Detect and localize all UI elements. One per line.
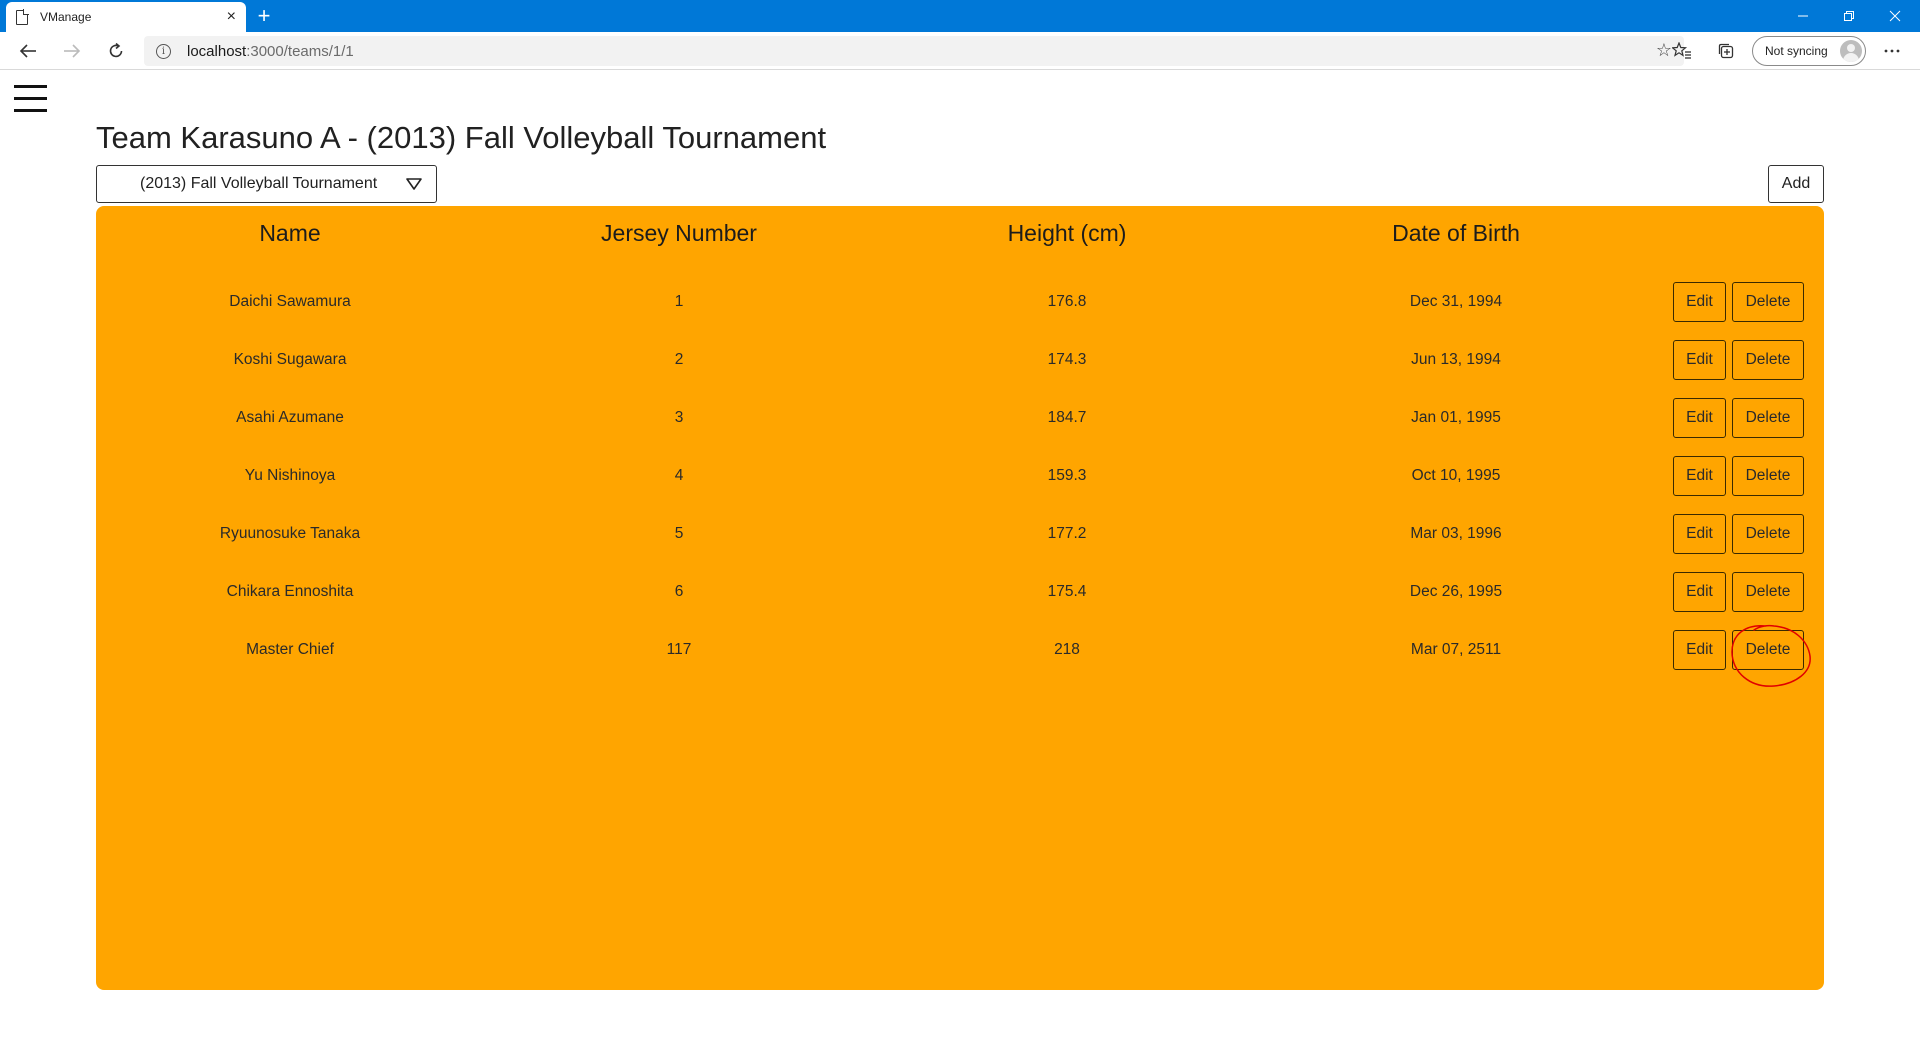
favorites-icon[interactable] xyxy=(1668,38,1696,64)
add-player-button[interactable]: Add xyxy=(1768,165,1824,203)
edit-button[interactable]: Edit xyxy=(1673,340,1726,380)
sync-label: Not syncing xyxy=(1765,44,1828,58)
tournament-select-value: (2013) Fall Volleyball Tournament xyxy=(140,175,378,192)
player-height: 176.8 xyxy=(1047,293,1087,310)
player-dob: Jan 01, 1995 xyxy=(1411,409,1501,426)
chevron-down-icon xyxy=(406,178,422,190)
table-row: Daichi Sawamura 1 176.8 Dec 31, 1994 Edi… xyxy=(96,282,1824,324)
player-jersey: 6 xyxy=(674,583,684,600)
more-icon[interactable] xyxy=(1878,38,1906,64)
table-row: Ryuunosuke Tanaka 5 177.2 Mar 03, 1996 E… xyxy=(96,514,1824,556)
browser-titlebar: VManage × + xyxy=(0,0,1920,32)
player-height: 174.3 xyxy=(1047,351,1087,368)
table-row: Asahi Azumane 3 184.7 Jan 01, 1995 Edit … xyxy=(96,398,1824,440)
window-close-icon[interactable] xyxy=(1872,0,1918,32)
browser-toolbar: i localhost:3000/teams/1/1 ☆ Not syncing xyxy=(0,32,1920,70)
player-name: Master Chief xyxy=(246,641,334,658)
player-jersey: 1 xyxy=(674,293,684,310)
table-row: Yu Nishinoya 4 159.3 Oct 10, 1995 Edit D… xyxy=(96,456,1824,498)
edit-button[interactable]: Edit xyxy=(1673,514,1726,554)
delete-button[interactable]: Delete xyxy=(1732,630,1804,670)
player-name: Koshi Sugawara xyxy=(233,351,347,368)
player-name: Asahi Azumane xyxy=(236,409,344,426)
player-dob: Oct 10, 1995 xyxy=(1411,467,1501,484)
url-path: :3000/teams/1/1 xyxy=(246,42,354,60)
table-row: Chikara Ennoshita 6 175.4 Dec 26, 1995 E… xyxy=(96,572,1824,614)
menu-icon[interactable] xyxy=(14,85,47,113)
edit-button[interactable]: Edit xyxy=(1673,398,1726,438)
player-height: 218 xyxy=(1054,641,1080,658)
restore-icon[interactable] xyxy=(1826,0,1872,32)
delete-button[interactable]: Delete xyxy=(1732,340,1804,380)
player-jersey: 117 xyxy=(666,641,692,658)
new-tab-button[interactable]: + xyxy=(252,4,276,28)
roster-table: Name Jersey Number Height (cm) Date of B… xyxy=(96,206,1824,990)
column-header-height: Height (cm) xyxy=(1007,220,1127,246)
player-jersey: 3 xyxy=(674,409,684,426)
table-row: Koshi Sugawara 2 174.3 Jun 13, 1994 Edit… xyxy=(96,340,1824,382)
player-height: 159.3 xyxy=(1047,467,1087,484)
player-jersey: 5 xyxy=(674,525,684,542)
player-height: 175.4 xyxy=(1047,583,1087,600)
player-jersey: 2 xyxy=(674,351,684,368)
column-header-dob: Date of Birth xyxy=(1392,220,1520,246)
delete-button[interactable]: Delete xyxy=(1732,572,1804,612)
player-dob: Jun 13, 1994 xyxy=(1411,351,1501,368)
minimize-icon[interactable] xyxy=(1780,0,1826,32)
back-arrow-icon[interactable] xyxy=(12,37,44,65)
player-dob: Dec 26, 1995 xyxy=(1409,583,1503,600)
browser-tab[interactable]: VManage × xyxy=(6,2,246,32)
page-title: Team Karasuno A - (2013) Fall Volleyball… xyxy=(96,120,827,155)
address-bar[interactable]: i localhost:3000/teams/1/1 ☆ xyxy=(144,36,1684,66)
avatar-icon xyxy=(1840,40,1862,62)
delete-button[interactable]: Delete xyxy=(1732,514,1804,554)
player-name: Ryuunosuke Tanaka xyxy=(219,525,361,542)
edit-button[interactable]: Edit xyxy=(1673,630,1726,670)
tournament-select[interactable]: (2013) Fall Volleyball Tournament xyxy=(96,165,437,203)
edit-button[interactable]: Edit xyxy=(1673,456,1726,496)
delete-button[interactable]: Delete xyxy=(1732,282,1804,322)
forward-arrow-icon[interactable] xyxy=(56,37,88,65)
page-icon xyxy=(16,9,29,25)
column-header-name: Name xyxy=(259,220,321,246)
player-name: Yu Nishinoya xyxy=(244,467,336,484)
url-host: localhost xyxy=(187,42,247,60)
player-dob: Mar 03, 1996 xyxy=(1410,525,1502,542)
edit-button[interactable]: Edit xyxy=(1673,282,1726,322)
refresh-icon[interactable] xyxy=(100,37,132,65)
tab-title: VManage xyxy=(40,10,92,24)
edit-button[interactable]: Edit xyxy=(1673,572,1726,612)
player-height: 177.2 xyxy=(1047,525,1087,542)
tab-close-icon[interactable]: × xyxy=(227,8,236,26)
table-row: Master Chief 117 218 Mar 07, 2511 Edit D… xyxy=(96,630,1824,672)
collections-icon[interactable] xyxy=(1712,38,1740,64)
info-icon[interactable]: i xyxy=(156,43,171,59)
profile-sync-button[interactable]: Not syncing xyxy=(1752,36,1866,66)
player-jersey: 4 xyxy=(674,467,684,484)
delete-button[interactable]: Delete xyxy=(1732,456,1804,496)
player-dob: Mar 07, 2511 xyxy=(1410,641,1502,658)
player-name: Chikara Ennoshita xyxy=(226,583,354,600)
player-height: 184.7 xyxy=(1047,409,1087,426)
column-header-jersey: Jersey Number xyxy=(601,220,757,246)
player-dob: Dec 31, 1994 xyxy=(1409,293,1503,310)
player-name: Daichi Sawamura xyxy=(229,293,351,310)
delete-button[interactable]: Delete xyxy=(1732,398,1804,438)
